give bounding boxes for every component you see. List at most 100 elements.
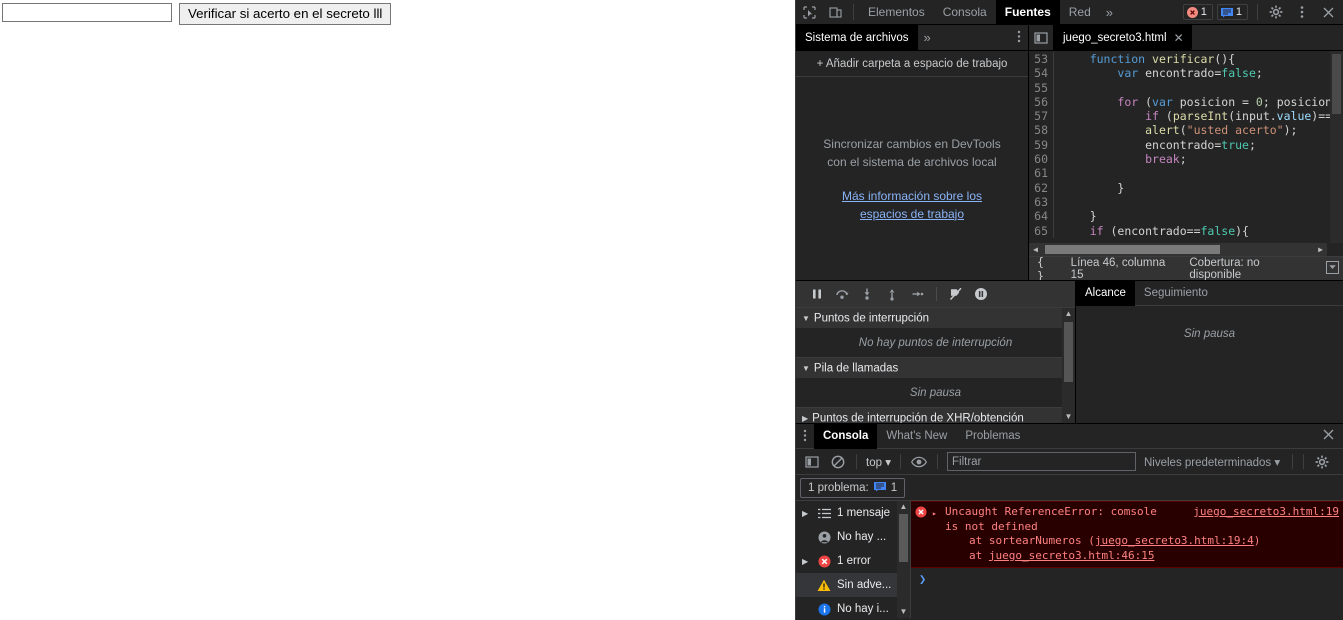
log-levels-selector[interactable]: Niveles predeterminados ▾ xyxy=(1138,455,1286,469)
show-console-sidebar-icon[interactable] xyxy=(800,451,824,473)
navigator-more-icon[interactable]: » xyxy=(918,30,937,45)
secret-number-input[interactable] xyxy=(2,3,172,22)
line-number[interactable]: 57 xyxy=(1029,109,1054,124)
code-line[interactable]: 63 xyxy=(1029,194,1343,210)
issues-count-chip[interactable]: 1 problema: 1 xyxy=(800,477,906,498)
scrollbar-thumb[interactable] xyxy=(1332,54,1341,114)
drawer-menu-icon[interactable] xyxy=(796,429,814,444)
line-number[interactable]: 60 xyxy=(1029,152,1054,167)
code-line[interactable]: 64 } xyxy=(1029,209,1343,224)
tab-elementos[interactable]: Elementos xyxy=(859,0,934,25)
line-number[interactable]: 58 xyxy=(1029,123,1054,138)
code-line[interactable]: 57 if (parseInt(input.value)==se xyxy=(1029,109,1343,124)
editor-horizontal-scrollbar[interactable]: ◀ ▶ xyxy=(1029,243,1327,256)
close-icon[interactable] xyxy=(1314,428,1343,444)
line-number[interactable]: 64 xyxy=(1029,209,1054,224)
clear-console-icon[interactable] xyxy=(826,451,850,473)
tab-whats-new[interactable]: What's New xyxy=(877,424,956,449)
line-number[interactable]: 59 xyxy=(1029,137,1054,153)
editor-tab-file[interactable]: juego_secreto3.html ✕ xyxy=(1053,24,1192,51)
code-line[interactable]: 60 break; xyxy=(1029,152,1343,167)
code-editor[interactable]: 53 function verificar(){54 var encontrad… xyxy=(1029,51,1343,256)
code-line[interactable]: 65 if (encontrado==false){ xyxy=(1029,223,1343,238)
section-xhr-breakpoints[interactable]: ▶ Puntos de interrupción de XHR/obtención xyxy=(796,408,1075,423)
line-number[interactable]: 63 xyxy=(1029,194,1054,210)
step-out-icon[interactable] xyxy=(881,283,903,305)
more-tabs-icon[interactable]: » xyxy=(1100,5,1119,20)
code-line[interactable]: 54 var encontrado=false; xyxy=(1029,66,1343,81)
tab-red[interactable]: Red xyxy=(1060,0,1100,25)
sidebar-item-warnings[interactable]: Sin adve... xyxy=(796,573,910,597)
message-count-badge[interactable]: 1 xyxy=(1216,4,1248,20)
line-number[interactable]: 65 xyxy=(1029,223,1054,238)
line-number[interactable]: 62 xyxy=(1029,180,1054,195)
line-number[interactable]: 55 xyxy=(1029,80,1054,95)
editor-vertical-scrollbar[interactable] xyxy=(1330,51,1343,243)
console-sidebar-scrollbar[interactable]: ▲ ▼ xyxy=(897,501,910,618)
tab-fuentes[interactable]: Fuentes xyxy=(995,0,1060,25)
sidebar-item-messages[interactable]: ▶ 1 mensaje xyxy=(796,501,910,525)
code-line[interactable]: 58 alert("usted acerto"); xyxy=(1029,123,1343,138)
vertical-dots-icon[interactable] xyxy=(1289,0,1315,24)
console-error-message[interactable]: ▸ juego_secreto3.html:19 Uncaught Refere… xyxy=(911,501,1343,568)
verify-button[interactable]: Verificar si acerto en el secreto lll xyxy=(179,3,392,25)
debugger-scrollbar[interactable]: ▲ ▼ xyxy=(1062,308,1075,423)
inspect-element-icon[interactable] xyxy=(796,0,822,24)
section-breakpoints[interactable]: ▼ Puntos de interrupción xyxy=(796,308,1075,329)
expand-arrow-icon[interactable]: ▸ xyxy=(932,505,941,563)
navigator-menu-icon[interactable] xyxy=(1010,30,1028,45)
chevron-right-icon[interactable]: ▶ xyxy=(802,509,811,518)
gear-icon[interactable] xyxy=(1263,0,1289,24)
scrollbar-thumb[interactable] xyxy=(1045,245,1220,254)
code-line[interactable]: 62 } xyxy=(1029,180,1343,195)
code-line[interactable]: 61 xyxy=(1029,166,1343,181)
show-navigator-icon[interactable] xyxy=(1029,26,1053,50)
scroll-down-arrow[interactable]: ▼ xyxy=(1062,411,1075,423)
scroll-up-arrow[interactable]: ▲ xyxy=(897,501,910,513)
tab-consola-drawer[interactable]: Consola xyxy=(814,423,878,449)
error-count-badge[interactable]: 1 xyxy=(1182,4,1213,20)
device-toolbar-icon[interactable] xyxy=(822,0,848,24)
tab-sistema-de-archivos[interactable]: Sistema de archivos xyxy=(796,24,918,51)
tab-problemas[interactable]: Problemas xyxy=(956,424,1029,449)
step-icon[interactable] xyxy=(906,283,928,305)
step-over-icon[interactable] xyxy=(831,283,853,305)
close-icon[interactable] xyxy=(1315,0,1341,24)
workspace-learn-more-link[interactable]: Más información sobre los espacios de tr… xyxy=(820,187,1004,223)
deactivate-breakpoints-icon[interactable] xyxy=(945,283,967,305)
line-number[interactable]: 61 xyxy=(1029,166,1054,181)
close-icon[interactable]: ✕ xyxy=(1174,31,1184,45)
line-number[interactable]: 56 xyxy=(1029,94,1054,110)
sidebar-item-errors[interactable]: ▶ 1 error xyxy=(796,549,910,573)
tab-seguimiento[interactable]: Seguimiento xyxy=(1135,281,1217,306)
add-folder-to-workspace-button[interactable]: + Añadir carpeta a espacio de trabajo xyxy=(796,51,1028,77)
line-number[interactable]: 54 xyxy=(1029,66,1054,81)
tab-alcance[interactable]: Alcance xyxy=(1076,280,1135,306)
scrollbar-thumb[interactable] xyxy=(1064,322,1073,382)
scroll-down-arrow[interactable]: ▼ xyxy=(897,606,910,618)
code-line[interactable]: 55 xyxy=(1029,80,1343,95)
pretty-print-braces-icon[interactable]: { } xyxy=(1037,255,1057,283)
scroll-up-arrow[interactable]: ▲ xyxy=(1062,308,1075,320)
code-line[interactable]: 53 function verificar(){ xyxy=(1029,52,1343,67)
console-filter-input[interactable] xyxy=(946,452,1136,471)
code-line[interactable]: 56 for (var posicion = 0; posicion ◂ xyxy=(1029,94,1343,110)
step-into-icon[interactable] xyxy=(856,283,878,305)
line-number[interactable]: 53 xyxy=(1029,52,1054,67)
error-source-link[interactable]: juego_secreto3.html:19 xyxy=(1193,505,1339,520)
pause-on-exceptions-icon[interactable] xyxy=(970,283,992,305)
code-line[interactable]: 59 encontrado=true; xyxy=(1029,137,1343,153)
console-input-prompt[interactable]: ❯ xyxy=(911,568,1343,586)
context-selector[interactable]: top ▾ xyxy=(863,455,894,469)
tab-consola[interactable]: Consola xyxy=(934,0,996,25)
stack-link-1[interactable]: juego_secreto3.html:19:4 xyxy=(1095,534,1254,547)
section-call-stack[interactable]: ▼ Pila de llamadas xyxy=(796,358,1075,379)
resume-script-icon[interactable] xyxy=(806,283,828,305)
stack-link-2[interactable]: juego_secreto3.html:46:15 xyxy=(989,549,1155,562)
bottom-drawer-icon[interactable] xyxy=(1322,260,1343,277)
sidebar-item-user-messages[interactable]: No hay ... xyxy=(796,525,910,549)
sidebar-item-info[interactable]: No hay i... xyxy=(796,597,910,618)
scroll-left-arrow[interactable]: ◀ xyxy=(1029,243,1042,256)
scrollbar-thumb[interactable] xyxy=(899,514,908,562)
scroll-right-arrow[interactable]: ▶ xyxy=(1314,243,1327,256)
